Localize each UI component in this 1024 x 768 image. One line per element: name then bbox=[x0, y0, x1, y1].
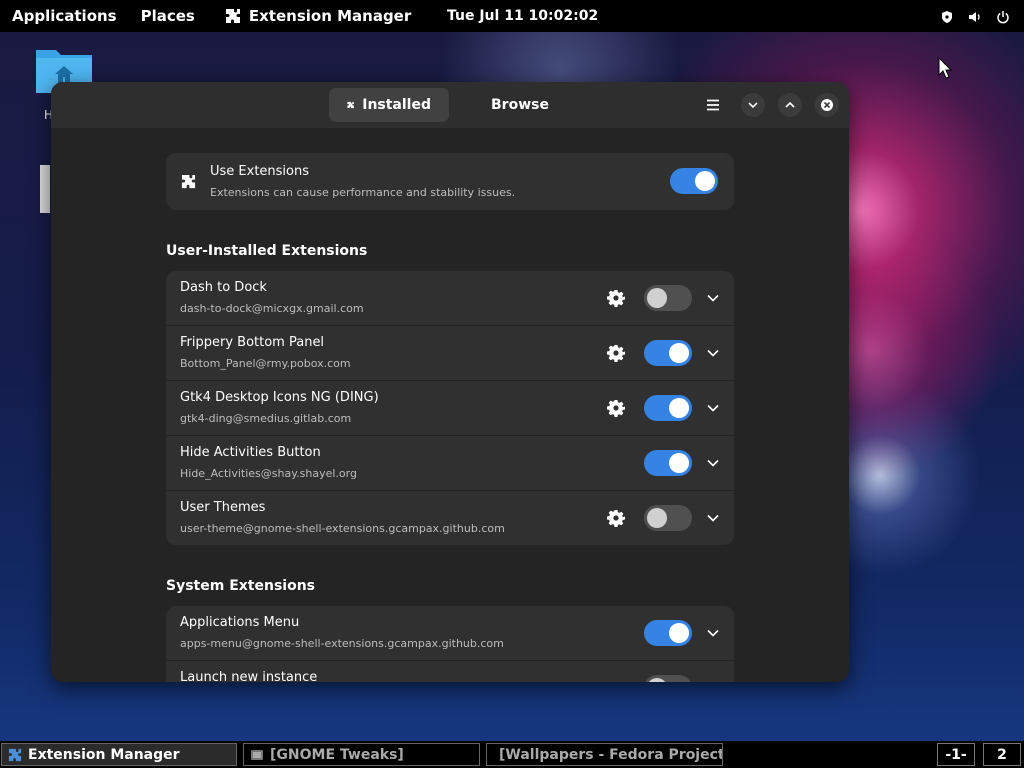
chevron-down-icon[interactable] bbox=[706, 346, 720, 360]
extension-id: user-theme@gnome-shell-extensions.gcampa… bbox=[180, 522, 505, 535]
extension-id: apps-menu@gnome-shell-extensions.gcampax… bbox=[180, 637, 504, 650]
chevron-down-icon[interactable] bbox=[706, 511, 720, 525]
puzzle-icon bbox=[347, 101, 354, 109]
tab-installed[interactable]: Installed bbox=[329, 88, 449, 122]
use-extensions-row: Use Extensions Extensions can cause perf… bbox=[166, 153, 734, 210]
system-tray[interactable] bbox=[940, 0, 1010, 32]
minimize-button[interactable] bbox=[741, 93, 765, 117]
places-menu[interactable]: Places bbox=[129, 7, 207, 25]
extension-row-hide-activities-button[interactable]: Hide Activities Button Hide_Activities@s… bbox=[166, 436, 734, 491]
extension-name: Dash to Dock bbox=[180, 280, 267, 295]
extension-row-launch-new-instance[interactable]: Launch new instance bbox=[166, 661, 734, 682]
workspace-1[interactable]: -1- bbox=[937, 743, 975, 766]
task-extension-manager[interactable]: Extension Manager bbox=[1, 743, 237, 766]
extension-id: Hide_Activities@shay.shayel.org bbox=[180, 467, 357, 480]
gear-icon[interactable] bbox=[607, 344, 625, 362]
close-icon bbox=[821, 99, 833, 111]
extension-switch[interactable] bbox=[644, 675, 692, 682]
use-extensions-subtitle: Extensions can cause performance and sta… bbox=[210, 186, 516, 199]
chevron-down-icon[interactable] bbox=[706, 456, 720, 470]
user-extensions-list: Dash to Dock dash-to-dock@micxgx.gmail.c… bbox=[166, 271, 734, 545]
power-icon[interactable] bbox=[996, 9, 1010, 24]
use-extensions-switch[interactable] bbox=[670, 168, 718, 194]
mouse-cursor-icon bbox=[938, 57, 952, 79]
user-extensions-heading: User-Installed Extensions bbox=[166, 243, 368, 259]
app-menu-label: Extension Manager bbox=[248, 7, 412, 25]
system-extensions-list: Applications Menu apps-menu@gnome-shell-… bbox=[166, 606, 734, 682]
extension-row-gtk4-ding[interactable]: Gtk4 Desktop Icons NG (DING) gtk4-ding@s… bbox=[166, 381, 734, 436]
bottom-panel: Extension Manager [GNOME Tweaks] [Wallpa… bbox=[0, 741, 1024, 768]
volume-icon[interactable] bbox=[968, 9, 982, 23]
workspace-2[interactable]: 2 bbox=[983, 743, 1021, 766]
chevron-down-icon[interactable] bbox=[706, 291, 720, 305]
desktop-item[interactable] bbox=[40, 165, 50, 213]
extension-switch[interactable] bbox=[644, 285, 692, 311]
task-label: [Wallpapers - Fedora Project ... bbox=[499, 746, 723, 763]
gear-icon[interactable] bbox=[607, 399, 625, 417]
extension-row-applications-menu[interactable]: Applications Menu apps-menu@gnome-shell-… bbox=[166, 606, 734, 661]
shield-icon[interactable] bbox=[940, 9, 954, 23]
extension-switch[interactable] bbox=[644, 620, 692, 646]
tab-browse-label: Browse bbox=[491, 97, 549, 113]
header-bar: Installed Browse bbox=[51, 82, 849, 128]
task-gnome-tweaks[interactable]: [GNOME Tweaks] bbox=[243, 743, 480, 766]
chevron-down-icon[interactable] bbox=[706, 401, 720, 415]
app-menu[interactable]: Extension Manager bbox=[207, 7, 423, 25]
gear-icon[interactable] bbox=[607, 289, 625, 307]
installed-page[interactable]: Use Extensions Extensions can cause perf… bbox=[51, 128, 849, 682]
extension-name: Gtk4 Desktop Icons NG (DING) bbox=[180, 390, 379, 405]
task-label: Extension Manager bbox=[28, 746, 180, 763]
extension-name: Hide Activities Button bbox=[180, 445, 321, 460]
applications-menu[interactable]: Applications bbox=[0, 7, 129, 25]
system-extensions-heading: System Extensions bbox=[166, 578, 315, 594]
chevron-down-icon bbox=[748, 102, 758, 109]
use-extensions-card: Use Extensions Extensions can cause perf… bbox=[166, 153, 734, 210]
task-wallpapers-fedora[interactable]: [Wallpapers - Fedora Project ... bbox=[486, 743, 723, 766]
extension-id: Bottom_Panel@rmy.pobox.com bbox=[180, 357, 351, 370]
extension-switch[interactable] bbox=[644, 505, 692, 531]
puzzle-icon bbox=[225, 9, 240, 23]
extension-name: User Themes bbox=[180, 500, 266, 515]
main-menu-button[interactable] bbox=[701, 93, 725, 117]
clock[interactable]: Tue Jul 11 10:02:02 bbox=[447, 0, 598, 32]
tab-installed-label: Installed bbox=[362, 97, 431, 113]
close-button[interactable] bbox=[815, 93, 839, 117]
hamburger-menu-icon bbox=[707, 99, 719, 111]
use-extensions-title: Use Extensions bbox=[210, 164, 310, 179]
extension-name: Applications Menu bbox=[180, 615, 300, 630]
extension-id: dash-to-dock@micxgx.gmail.com bbox=[180, 302, 364, 315]
maximize-button[interactable] bbox=[778, 93, 802, 117]
tweaks-icon bbox=[251, 749, 263, 760]
extension-row-frippery-bottom-panel[interactable]: Frippery Bottom Panel Bottom_Panel@rmy.p… bbox=[166, 326, 734, 381]
puzzle-icon bbox=[8, 748, 22, 761]
extension-name: Frippery Bottom Panel bbox=[180, 335, 325, 350]
tab-browse[interactable]: Browse bbox=[465, 88, 555, 122]
extension-id: gtk4-ding@smedius.gitlab.com bbox=[180, 412, 352, 425]
chevron-down-icon[interactable] bbox=[706, 626, 720, 640]
extension-switch[interactable] bbox=[644, 340, 692, 366]
task-label: [GNOME Tweaks] bbox=[270, 746, 404, 763]
chevron-up-icon bbox=[785, 101, 795, 108]
extension-row-user-themes[interactable]: User Themes user-theme@gnome-shell-exten… bbox=[166, 491, 734, 545]
puzzle-icon bbox=[181, 174, 196, 189]
extension-switch[interactable] bbox=[644, 395, 692, 421]
extension-switch[interactable] bbox=[644, 450, 692, 476]
extension-manager-window: Installed Browse Use Extensions Extensio… bbox=[51, 82, 849, 682]
extension-name: Launch new instance bbox=[180, 670, 318, 682]
gear-icon[interactable] bbox=[607, 509, 625, 527]
extension-row-dash-to-dock[interactable]: Dash to Dock dash-to-dock@micxgx.gmail.c… bbox=[166, 271, 734, 326]
